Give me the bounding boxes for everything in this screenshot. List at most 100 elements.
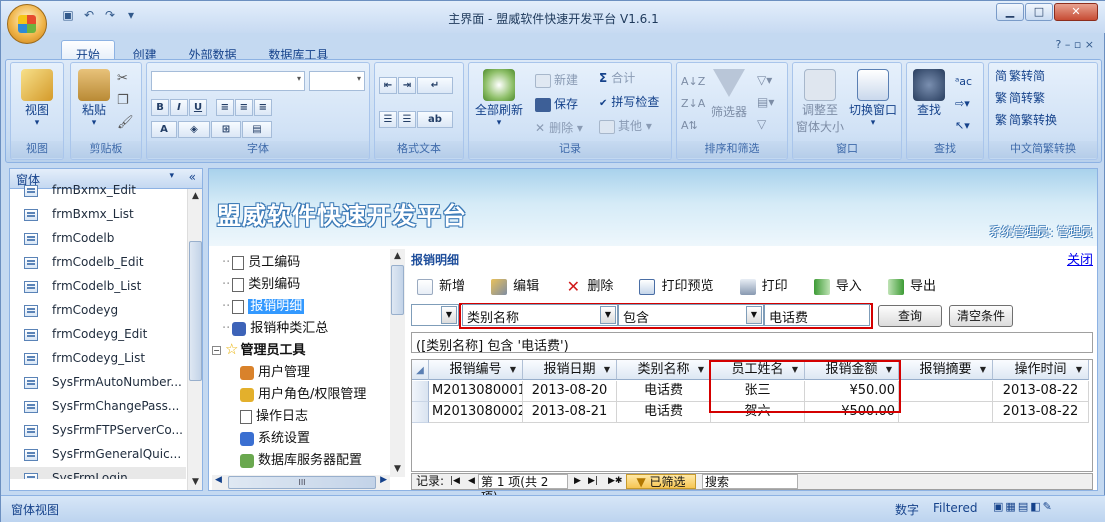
tree-scrollbar[interactable]: ▲ ▼ — [390, 249, 405, 477]
column-filter-icon[interactable]: ▼ — [510, 360, 516, 379]
simp-to-trad-button[interactable]: 繁简转繁 — [995, 89, 1045, 106]
copy-icon[interactable]: ❐ — [117, 93, 129, 108]
nav-scrollbar[interactable]: ▲ ▼ — [187, 189, 202, 490]
last-record-icon[interactable]: ▶| — [588, 474, 598, 489]
nav-item[interactable]: frmCodelb — [10, 227, 186, 251]
format-painter-icon[interactable]: 🖌 — [117, 115, 134, 130]
replace-icon[interactable]: ᵃac — [955, 71, 972, 93]
scroll-up-icon[interactable]: ▲ — [188, 189, 203, 204]
search-box[interactable]: 搜索 — [702, 474, 798, 489]
form-view-icon[interactable]: ▣ — [993, 500, 1005, 513]
close-link[interactable]: 关闭 — [1067, 249, 1093, 268]
add-button[interactable]: 新增 — [417, 275, 465, 295]
print-button[interactable]: 打印 — [739, 275, 788, 295]
nav-item[interactable]: frmCodeyg_Edit — [10, 323, 186, 347]
trad-to-simp-button[interactable]: 简繁转简 — [995, 67, 1045, 84]
numbering-icon[interactable]: ☰ — [379, 111, 397, 128]
office-button[interactable] — [7, 4, 47, 44]
tree-item[interactable]: − ☆ 管理员工具 — [212, 337, 392, 359]
scroll-down-icon[interactable]: ▼ — [188, 475, 203, 490]
bullets-icon[interactable]: ☰ — [398, 111, 416, 128]
filter-button[interactable]: 筛选器 — [707, 69, 751, 120]
datasheet-view-icon[interactable]: ▦ — [1005, 500, 1017, 513]
tree-item[interactable]: 数据库服务器配置 — [212, 447, 392, 469]
clear-sort-icon[interactable]: A⇅ — [681, 115, 705, 137]
operator-combo[interactable]: 包含 ▼ — [618, 304, 764, 326]
cut-icon[interactable]: ✂ — [117, 71, 128, 86]
align-right-icon[interactable]: ≡ — [253, 99, 272, 116]
nav-scroll-thumb[interactable] — [189, 241, 202, 381]
table-cell[interactable]: M2013080002 — [429, 402, 523, 423]
table-cell[interactable] — [899, 381, 993, 402]
nav-item[interactable]: SysFrmLogin — [10, 467, 186, 479]
tree-item[interactable]: ·· 员工编码 — [212, 249, 392, 271]
next-record-icon[interactable]: ▶ — [574, 474, 581, 489]
highlight-icon[interactable]: ab — [417, 111, 453, 128]
filtered-indicator[interactable]: ▼ 已筛选 — [626, 474, 696, 489]
goto-icon[interactable]: ⇨▾ — [955, 93, 972, 115]
minimize-button[interactable]: ▁ — [996, 3, 1024, 21]
delete-record-button[interactable]: ✕ 删除 ▾ — [535, 119, 583, 136]
column-header[interactable]: 类别名称 ▼ — [617, 360, 711, 380]
field-dropdown-icon[interactable]: ▼ — [600, 306, 616, 324]
nav-item[interactable]: frmCodeyg_List — [10, 347, 186, 371]
field-combo[interactable]: 类别名称 ▼ — [462, 304, 618, 326]
toggle-filter-icon[interactable]: ▽ — [757, 113, 774, 135]
collapse-pane-icon[interactable]: « — [189, 170, 196, 184]
table-cell[interactable]: 2013-08-22 — [993, 402, 1089, 423]
underline-button[interactable]: U — [189, 99, 207, 116]
column-filter-icon[interactable]: ▼ — [1076, 360, 1082, 379]
bold-button[interactable]: B — [151, 99, 169, 116]
ribbon-help-controls[interactable]: ? – ▫ × — [1056, 38, 1095, 51]
logic-combo[interactable]: ▼ — [411, 304, 459, 326]
tree-item[interactable]: ·· 报销种类汇总 — [212, 315, 392, 337]
hscroll-right-icon[interactable]: ▶ — [380, 475, 387, 485]
first-record-icon[interactable]: |◀ — [450, 474, 460, 489]
new-record-nav-icon[interactable]: ▶✱ — [608, 474, 622, 489]
nav-item[interactable]: SysFrmChangePass... — [10, 395, 186, 419]
font-size-combo[interactable]: ▾ — [309, 71, 365, 91]
tree-scroll-up-icon[interactable]: ▲ — [390, 249, 405, 264]
table-cell[interactable]: 2013-08-21 — [523, 402, 617, 423]
view-button[interactable]: 视图 ▾ — [17, 69, 57, 128]
totals-button[interactable]: Σ 合计 — [599, 69, 635, 86]
tree-scroll-thumb[interactable] — [391, 265, 404, 315]
switch-windows-button[interactable]: 切换窗口 ▾ — [845, 69, 901, 128]
paragraph-dir-icon[interactable]: ↵ — [417, 77, 453, 94]
hscroll-thumb[interactable]: III — [228, 476, 376, 489]
align-center-icon[interactable]: ≡ — [234, 99, 253, 116]
customize-qat-icon[interactable]: ▾ — [122, 8, 140, 24]
nav-item[interactable]: frmCodelb_List — [10, 275, 186, 299]
layout-view-icon[interactable]: ▤ — [1018, 500, 1030, 513]
paste-button[interactable]: 粘贴 ▾ — [75, 69, 113, 128]
select-all-corner[interactable]: ◢ — [412, 360, 429, 380]
prev-record-icon[interactable]: ◀ — [468, 474, 475, 489]
find-button[interactable]: 查找 — [909, 69, 949, 118]
gridlines-icon[interactable]: ⊞ — [211, 121, 241, 138]
size-to-fit-button[interactable]: 调整至 窗体大小 — [795, 69, 845, 135]
table-cell[interactable]: 2013-08-22 — [993, 381, 1089, 402]
tree-scroll-down-icon[interactable]: ▼ — [390, 462, 405, 477]
table-cell[interactable]: 电话费 — [617, 381, 711, 402]
operator-dropdown-icon[interactable]: ▼ — [746, 306, 762, 324]
nav-item[interactable]: SysFrmGeneralQuic... — [10, 443, 186, 467]
nav-item[interactable]: SysFrmAutoNumber... — [10, 371, 186, 395]
column-header[interactable]: 报销摘要 ▼ — [899, 360, 993, 380]
increase-indent-icon[interactable]: ⇥ — [398, 77, 416, 94]
new-record-button[interactable]: 新建 — [535, 71, 578, 88]
tree-item[interactable]: 系统设置 — [212, 425, 392, 447]
nav-item[interactable]: frmBxmx_List — [10, 203, 186, 227]
column-header[interactable]: 报销编号 ▼ — [429, 360, 523, 380]
tree-item[interactable]: 操作日志 — [212, 403, 392, 425]
table-cell[interactable]: M2013080001 — [429, 381, 523, 402]
table-cell[interactable]: 2013-08-20 — [523, 381, 617, 402]
selection-filter-icon[interactable]: ▽▾ — [757, 69, 774, 91]
redo-icon[interactable]: ↷ — [101, 8, 119, 24]
design-view-icon[interactable]: ◧ — [1030, 500, 1042, 513]
save-icon[interactable]: ▣ — [59, 8, 77, 24]
edit-button[interactable]: 编辑 — [491, 275, 539, 295]
column-header[interactable]: 操作时间 ▼ — [993, 360, 1089, 380]
clear-conditions-button[interactable]: 清空条件 — [949, 305, 1013, 327]
tree-item[interactable]: 用户角色/权限管理 — [212, 381, 392, 403]
fill-color-icon[interactable]: ◈ — [178, 121, 210, 138]
